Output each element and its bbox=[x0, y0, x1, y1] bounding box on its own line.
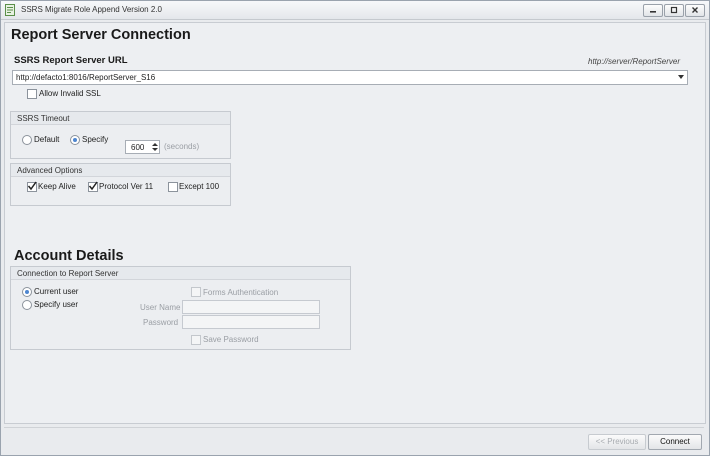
minimize-button[interactable] bbox=[643, 4, 663, 17]
stepper-up-icon[interactable] bbox=[152, 143, 158, 146]
current-user-radio[interactable] bbox=[22, 287, 32, 297]
connection-group-header: Connection to Report Server bbox=[11, 267, 350, 280]
checkmark-icon bbox=[27, 181, 37, 191]
maximize-icon bbox=[670, 6, 678, 14]
url-hint: http://server/ReportServer bbox=[588, 57, 681, 66]
server-url-value: http://defacto1:8016/ReportServer_S16 bbox=[16, 73, 156, 82]
save-password-label: Save Password bbox=[203, 335, 259, 344]
advanced-options-header: Advanced Options bbox=[11, 164, 230, 177]
save-password-checkbox[interactable] bbox=[191, 335, 201, 345]
allow-invalid-ssl-label: Allow Invalid SSL bbox=[39, 89, 101, 98]
timeout-seconds-stepper[interactable]: 600 bbox=[125, 140, 160, 154]
minimize-icon bbox=[650, 11, 656, 13]
specify-user-radio[interactable] bbox=[22, 300, 32, 310]
allow-invalid-ssl-checkbox[interactable] bbox=[27, 89, 37, 99]
window-title: SSRS Migrate Role Append Version 2.0 bbox=[21, 5, 162, 14]
user-name-label: User Name bbox=[140, 303, 181, 312]
timeout-group-header: SSRS Timeout bbox=[11, 112, 230, 125]
keep-alive-checkbox[interactable] bbox=[27, 181, 37, 192]
connect-button[interactable]: Connect bbox=[648, 434, 702, 450]
section-heading-account: Account Details bbox=[14, 248, 124, 264]
forms-authentication-checkbox[interactable] bbox=[191, 287, 201, 297]
title-bar: SSRS Migrate Role Append Version 2.0 bbox=[1, 1, 709, 20]
protocol-ver-checkbox[interactable] bbox=[88, 181, 98, 192]
chevron-down-icon[interactable] bbox=[678, 75, 684, 79]
timeout-seconds-value: 600 bbox=[131, 143, 145, 152]
timeout-default-label: Default bbox=[34, 135, 60, 144]
forms-authentication-label: Forms Authentication bbox=[203, 288, 279, 297]
connection-group-title: Connection to Report Server bbox=[17, 269, 119, 278]
section-heading-server: Report Server Connection bbox=[11, 27, 191, 43]
keep-alive-label: Keep Alive bbox=[38, 182, 76, 191]
user-name-field[interactable] bbox=[182, 300, 320, 314]
timeout-default-radio[interactable] bbox=[22, 135, 32, 145]
current-user-label: Current user bbox=[34, 287, 79, 296]
stepper-down-icon[interactable] bbox=[152, 148, 158, 151]
specify-user-label: Specify user bbox=[34, 300, 79, 309]
except-100-label: Except 100 bbox=[179, 182, 220, 191]
app-icon bbox=[5, 4, 16, 16]
maximize-button[interactable] bbox=[664, 4, 684, 17]
timeout-specify-radio[interactable] bbox=[70, 135, 80, 145]
url-label: SSRS Report Server URL bbox=[14, 55, 128, 66]
protocol-ver-label: Protocol Ver 11 bbox=[99, 182, 154, 191]
server-url-combobox[interactable]: http://defacto1:8016/ReportServer_S16 bbox=[12, 70, 688, 85]
timeout-unit-label: (seconds) bbox=[164, 142, 200, 151]
footer-bar: << Previous Connect bbox=[4, 427, 704, 453]
advanced-options-title: Advanced Options bbox=[17, 166, 83, 175]
previous-button[interactable]: << Previous bbox=[588, 434, 646, 450]
password-field[interactable] bbox=[182, 315, 320, 329]
timeout-group-title: SSRS Timeout bbox=[17, 114, 70, 123]
except-100-checkbox[interactable] bbox=[168, 182, 178, 192]
close-button[interactable] bbox=[685, 4, 705, 17]
close-icon bbox=[692, 7, 698, 13]
password-label: Password bbox=[143, 318, 179, 327]
timeout-specify-label: Specify bbox=[82, 135, 109, 144]
checkmark-icon bbox=[88, 181, 98, 191]
